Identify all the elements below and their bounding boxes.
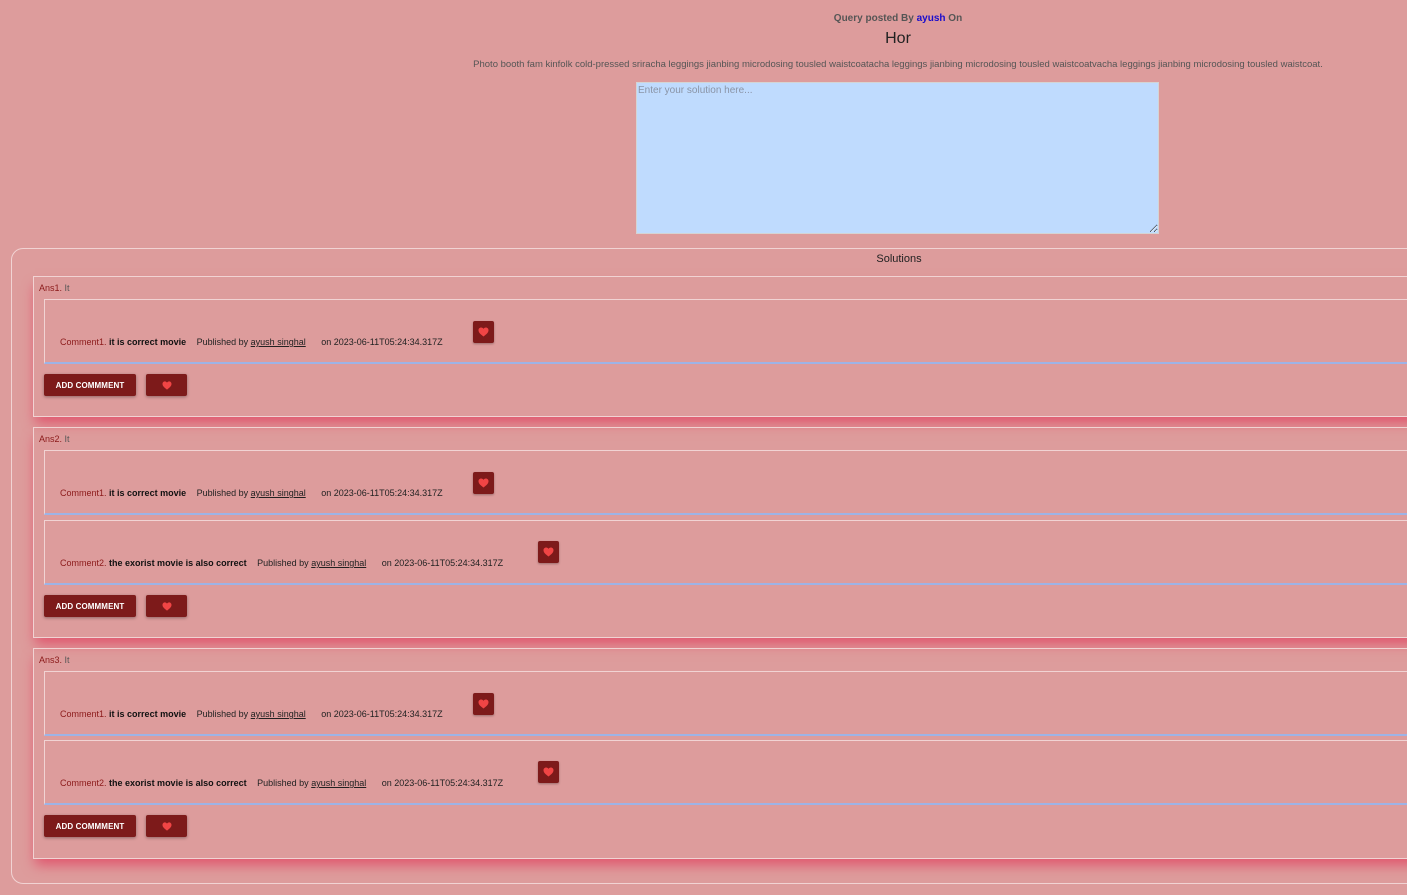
comment-line: Comment1. it is correct movie Published … bbox=[60, 709, 443, 719]
comment-date: on 2023-06-11T05:24:34.317Z bbox=[321, 337, 443, 347]
comment-author-link[interactable]: ayush singhal bbox=[311, 778, 366, 788]
heart-icon bbox=[543, 767, 554, 777]
answer-card: Ans1. It Comment1. it is correct movie P… bbox=[33, 276, 1407, 417]
comment-text: it is correct movie bbox=[109, 337, 187, 347]
answer-number: Ans3. bbox=[39, 655, 63, 665]
comment-like-button[interactable] bbox=[473, 693, 494, 715]
heart-icon bbox=[162, 380, 171, 390]
comment-date: on 2023-06-11T05:24:34.317Z bbox=[381, 558, 504, 568]
query-header: Query posted By ayush On Hor bbox=[0, 12, 1407, 49]
answer-text: It bbox=[64, 434, 70, 444]
comment-number: Comment1. bbox=[60, 337, 107, 347]
add-comment-button[interactable]: ADD COMMMENT bbox=[44, 595, 136, 617]
comment-number: Comment1. bbox=[60, 488, 107, 498]
comment-published-by: Published by bbox=[257, 778, 309, 788]
heart-icon bbox=[478, 478, 489, 488]
comment-date: on 2023-06-11T05:24:34.317Z bbox=[321, 488, 443, 498]
comment-number: Comment2. bbox=[60, 558, 107, 568]
add-comment-button[interactable]: ADD COMMMENT bbox=[44, 815, 136, 837]
query-title: Hor bbox=[885, 30, 911, 47]
comment-date: on 2023-06-11T05:24:34.317Z bbox=[381, 778, 504, 788]
query-author-link[interactable]: ayush bbox=[917, 13, 946, 24]
comment-author-link[interactable]: ayush singhal bbox=[251, 337, 306, 347]
answer-label: Ans1. It bbox=[39, 283, 70, 293]
solutions-heading: Solutions bbox=[876, 253, 922, 265]
comment-published-by: Published by bbox=[257, 558, 309, 568]
comment-item: Comment2. the exorist movie is also corr… bbox=[44, 740, 1407, 805]
comment-line: Comment1. it is correct movie Published … bbox=[60, 488, 443, 498]
add-comment-button[interactable]: ADD COMMMENT bbox=[44, 374, 136, 396]
posted-by-prefix: Query posted By bbox=[833, 13, 914, 24]
answer-number: Ans2. bbox=[39, 434, 63, 444]
comment-published-by: Published by bbox=[196, 488, 249, 498]
solution-input[interactable] bbox=[636, 82, 1159, 234]
heart-icon bbox=[543, 547, 554, 557]
heart-icon bbox=[162, 821, 171, 831]
answer-label: Ans3. It bbox=[39, 655, 70, 665]
answer-number: Ans1. bbox=[39, 283, 63, 293]
comment-published-by: Published by bbox=[196, 337, 249, 347]
comment-author-link[interactable]: ayush singhal bbox=[251, 488, 306, 498]
heart-icon bbox=[478, 327, 489, 337]
comment-author-link[interactable]: ayush singhal bbox=[311, 558, 366, 568]
comment-text: it is correct movie bbox=[109, 488, 187, 498]
comment-line: Comment2. the exorist movie is also corr… bbox=[60, 778, 503, 788]
answer-text: It bbox=[64, 655, 70, 665]
comment-like-button[interactable] bbox=[538, 541, 559, 563]
answer-card: Ans2. It Comment1. it is correct movie P… bbox=[33, 427, 1407, 638]
comment-item: Comment1. it is correct movie Published … bbox=[44, 299, 1407, 364]
comment-item: Comment2. the exorist movie is also corr… bbox=[44, 520, 1407, 585]
comment-like-button[interactable] bbox=[473, 472, 494, 494]
heart-icon bbox=[478, 699, 489, 709]
comment-text: the exorist movie is also correct bbox=[109, 558, 247, 568]
answer-label: Ans2. It bbox=[39, 434, 70, 444]
comment-number: Comment2. bbox=[60, 778, 107, 788]
comment-like-button[interactable] bbox=[538, 761, 559, 783]
answer-text: It bbox=[64, 283, 70, 293]
comment-line: Comment1. it is correct movie Published … bbox=[60, 337, 443, 347]
answer-like-button[interactable] bbox=[146, 595, 187, 617]
comment-text: the exorist movie is also correct bbox=[109, 778, 247, 788]
comment-item: Comment1. it is correct movie Published … bbox=[44, 671, 1407, 736]
comment-text: it is correct movie bbox=[109, 709, 187, 719]
answer-card: Ans3. It Comment1. it is correct movie P… bbox=[33, 648, 1407, 859]
answer-like-button[interactable] bbox=[146, 374, 187, 396]
comment-item: Comment1. it is correct movie Published … bbox=[44, 450, 1407, 515]
comment-author-link[interactable]: ayush singhal bbox=[251, 709, 306, 719]
solutions-section: Solutions Ans1. It Comment1. it is corre… bbox=[11, 248, 1407, 884]
posted-by-suffix: On bbox=[948, 13, 963, 24]
comment-number: Comment1. bbox=[60, 709, 107, 719]
comment-like-button[interactable] bbox=[473, 321, 494, 343]
query-description: Photo booth fam kinfolk cold-pressed sri… bbox=[473, 59, 1323, 70]
posted-by-line: Query posted By ayush On bbox=[0, 12, 1407, 25]
answer-like-button[interactable] bbox=[146, 815, 187, 837]
comment-line: Comment2. the exorist movie is also corr… bbox=[60, 558, 503, 568]
heart-icon bbox=[162, 601, 171, 611]
comment-published-by: Published by bbox=[196, 709, 249, 719]
comment-date: on 2023-06-11T05:24:34.317Z bbox=[321, 709, 443, 719]
